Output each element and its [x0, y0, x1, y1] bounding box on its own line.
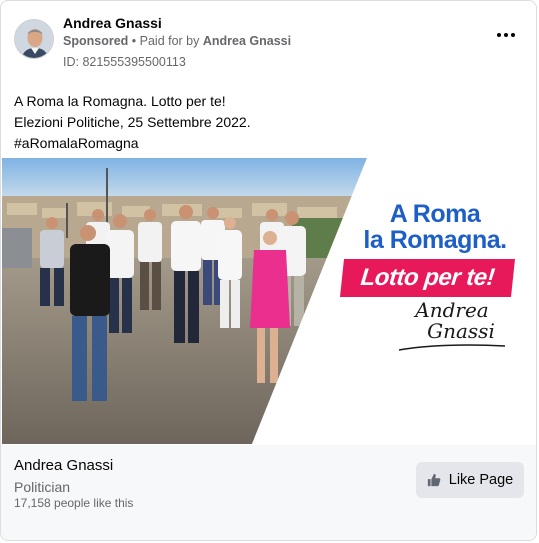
ad-id: ID: 821555395500113 — [63, 55, 186, 69]
like-page-label: Like Page — [448, 472, 514, 488]
post-text-line: A Roma la Romagna. Lotto per te! — [14, 93, 226, 109]
ad-image[interactable]: A Roma la Romagna. Lotto per te! Andrea … — [2, 158, 536, 444]
like-page-button[interactable]: Like Page — [416, 462, 524, 498]
more-horizontal-icon — [497, 33, 515, 37]
paid-for-prefix: Paid for by — [139, 34, 203, 48]
separator: • — [128, 34, 140, 48]
sponsored-label[interactable]: Sponsored — [63, 34, 128, 48]
thumbs-up-icon — [427, 473, 441, 487]
post-text-line: Elezioni Politiche, 25 Settembre 2022. — [14, 114, 251, 130]
headline-line-2: la Romagna. — [363, 226, 507, 254]
signature-last: Gnassi — [427, 319, 495, 343]
paid-for-name: Andrea Gnassi — [202, 34, 292, 48]
hashtag-link[interactable]: #aRomalaRomagna — [14, 133, 251, 154]
headline-line-1: A Roma — [389, 200, 481, 228]
post-header: Andrea Gnassi Sponsored • Paid for by An… — [1, 1, 536, 81]
sponsored-line: Sponsored • Paid for by Andrea Gnassi — [63, 34, 291, 48]
signature-first: Andrea — [415, 298, 489, 322]
footer-category: Politician — [14, 479, 71, 495]
footer-page-name[interactable]: Andrea Gnassi — [14, 457, 113, 474]
creative-text: A Roma la Romagna. — [340, 202, 530, 254]
signature: Andrea Gnassi — [382, 300, 522, 352]
page-footer: Andrea Gnassi Politician 17,158 people l… — [1, 445, 536, 540]
more-options-button[interactable] — [494, 28, 518, 42]
slogan-banner: Lotto per te! — [340, 259, 515, 297]
page-avatar[interactable] — [14, 19, 54, 59]
page-name[interactable]: Andrea Gnassi — [63, 15, 162, 31]
slogan-text: Lotto per te! — [359, 264, 496, 291]
sponsored-post-card: Andrea Gnassi Sponsored • Paid for by An… — [0, 0, 537, 541]
post-text: A Roma la Romagna. Lotto per te! Elezion… — [14, 91, 251, 154]
signature-underline — [398, 344, 506, 351]
footer-likes: 17,158 people like this — [14, 496, 134, 510]
